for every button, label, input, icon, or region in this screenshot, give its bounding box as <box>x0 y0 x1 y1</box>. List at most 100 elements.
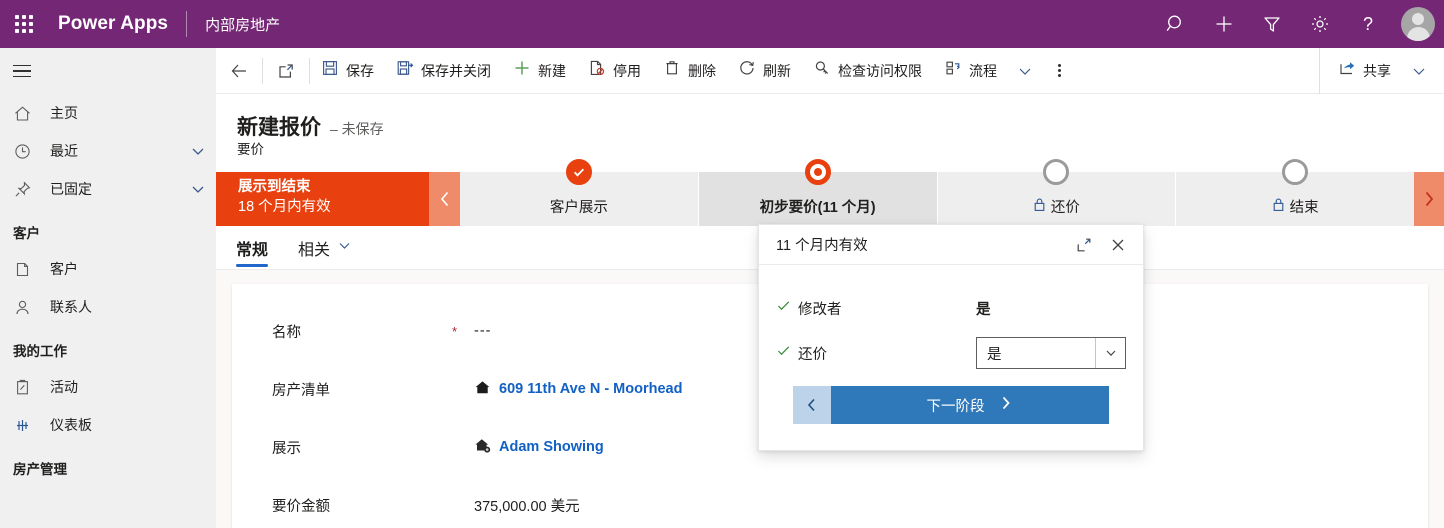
tab-related[interactable]: 相关 <box>298 226 352 270</box>
field-value-name[interactable]: --- <box>474 323 492 339</box>
check-icon <box>776 298 791 318</box>
command-label: 保存并关闭 <box>421 62 491 79</box>
lookup-link[interactable]: Adam Showing <box>499 439 604 455</box>
sidebar-item-label: 活动 <box>50 379 78 395</box>
svg-text:?: ? <box>1363 14 1373 34</box>
form-row-asking-amount: 要价金额 375,000.00 美元 <box>232 476 1428 528</box>
counter-offer-select[interactable]: 是 <box>976 337 1126 369</box>
field-label: 展示 <box>272 440 301 457</box>
top-navigation-bar: Power Apps 内部房地产 ? <box>0 0 1444 48</box>
sidebar-item-label: 客户 <box>50 261 78 277</box>
showing-icon <box>474 437 491 458</box>
plus-icon <box>513 59 531 82</box>
filter-icon[interactable] <box>1248 0 1296 48</box>
command-label: 新建 <box>538 62 566 79</box>
back-button[interactable] <box>216 48 262 94</box>
chevron-down-icon[interactable] <box>190 181 206 197</box>
save-button[interactable]: 保存 <box>310 48 385 94</box>
field-value-showing[interactable]: Adam Showing <box>474 437 604 458</box>
overflow-menu-button[interactable] <box>1042 48 1076 94</box>
help-icon[interactable]: ? <box>1344 0 1392 48</box>
sidebar-item-contacts[interactable]: 联系人 <box>0 288 216 326</box>
top-bar-actions: ? <box>1152 0 1444 48</box>
deactivate-button[interactable]: 停用 <box>577 48 652 94</box>
new-button[interactable]: 新建 <box>502 48 577 94</box>
bpf-stage-customer-showing[interactable]: 客户展示 <box>460 159 699 226</box>
sidebar-group-title: 我的工作 <box>13 344 67 359</box>
next-stage-label: 下一阶段 <box>926 398 985 415</box>
command-label: 停用 <box>613 62 641 79</box>
key-icon <box>813 59 831 82</box>
chevron-down-icon[interactable] <box>190 143 206 159</box>
required-indicator: * <box>452 323 458 339</box>
flyout-body: 修改者 是 还价 是 下一阶段 <box>759 265 1143 424</box>
field-value-asking-amount[interactable]: 375,000.00 美元 <box>474 495 580 516</box>
command-label: 删除 <box>688 62 716 79</box>
gear-icon[interactable] <box>1296 0 1344 48</box>
chevron-down-icon[interactable] <box>337 238 352 258</box>
app-launcher-icon[interactable] <box>0 0 48 48</box>
popout-button[interactable] <box>263 48 309 94</box>
bpf-stage-node-future <box>1043 159 1070 185</box>
tab-label: 常规 <box>236 241 269 259</box>
bpf-stage-node-active <box>804 159 831 185</box>
bpf-header[interactable]: 展示到结束 18 个月内有效 <box>216 172 429 226</box>
brand-title[interactable]: Power Apps <box>58 13 168 35</box>
next-stage-button[interactable]: 下一阶段 <box>831 386 1109 424</box>
tab-general[interactable]: 常规 <box>236 226 269 270</box>
sidebar-item-home[interactable]: 主页 <box>0 94 216 132</box>
flyout-footer: 下一阶段 <box>776 377 1126 424</box>
sidebar-item-pinned[interactable]: 已固定 <box>0 170 216 208</box>
field-value-listing[interactable]: 609 11th Ave N - Moorhead <box>474 379 682 400</box>
flow-button[interactable]: 流程 <box>933 48 1008 94</box>
bpf-next-stages-button[interactable] <box>1414 172 1444 226</box>
delete-button[interactable]: 删除 <box>652 48 727 94</box>
dashboard-icon <box>13 416 35 435</box>
share-button[interactable]: 共享 <box>1320 48 1402 94</box>
command-label: 保存 <box>346 62 374 79</box>
save-close-icon <box>396 59 414 82</box>
contact-icon <box>13 298 35 317</box>
home-icon <box>13 104 35 123</box>
bpf-previous-stages-button[interactable] <box>429 172 460 226</box>
previous-stage-button[interactable] <box>793 386 831 424</box>
close-icon[interactable] <box>1103 230 1133 260</box>
refresh-button[interactable]: 刷新 <box>727 48 802 94</box>
pin-icon <box>13 180 35 199</box>
bpf-stage-initial-asking[interactable]: 初步要价(11 个月) <box>698 159 938 226</box>
header-divider <box>186 11 188 37</box>
lookup-link[interactable]: 609 11th Ave N - Moorhead <box>499 381 682 397</box>
avatar[interactable] <box>1392 0 1444 48</box>
check-access-button[interactable]: 检查访问权限 <box>802 48 933 94</box>
chevron-down-icon[interactable] <box>1008 48 1042 94</box>
hamburger-icon[interactable] <box>0 48 216 94</box>
expand-icon[interactable] <box>1069 230 1099 260</box>
chevron-down-icon[interactable] <box>1095 338 1125 368</box>
search-icon[interactable] <box>1152 0 1200 48</box>
bpf-stage-counter-offer[interactable]: 还价 <box>937 159 1177 226</box>
deactivate-icon <box>588 59 606 82</box>
plus-icon[interactable] <box>1200 0 1248 48</box>
sidebar-item-recent[interactable]: 最近 <box>0 132 216 170</box>
sidebar-item-activities[interactable]: 活动 <box>0 368 216 406</box>
flyout-row-counter-offer: 还价 是 <box>776 329 1126 377</box>
sidebar-item-label: 最近 <box>50 143 78 159</box>
sidebar-group-title: 客户 <box>13 226 40 241</box>
bpf-stage-close[interactable]: 结束 <box>1176 159 1414 226</box>
sidebar-item-dashboards[interactable]: 仪表板 <box>0 406 216 444</box>
sidebar-item-label: 已固定 <box>50 181 92 197</box>
lock-icon <box>1033 197 1046 216</box>
bpf-process-duration: 18 个月内有效 <box>238 199 331 215</box>
flyout-field-label: 还价 <box>776 343 976 364</box>
save-and-close-button[interactable]: 保存并关闭 <box>385 48 502 94</box>
trash-icon <box>663 59 681 82</box>
command-bar-right: 共享 <box>1319 47 1444 94</box>
app-root: Power Apps 内部房地产 ? 主页 最近 已固定 客户 客户 联系人 我… <box>0 0 1444 528</box>
account-icon <box>13 260 35 279</box>
chevron-down-icon[interactable] <box>1402 48 1436 94</box>
sidebar-item-accounts[interactable]: 客户 <box>0 250 216 288</box>
house-icon <box>474 379 491 400</box>
bpf-stage-label: 结束 <box>1272 196 1319 226</box>
bpf-stages: 客户展示 初步要价(11 个月) 还价 结束 <box>460 159 1414 226</box>
app-name[interactable]: 内部房地产 <box>205 14 280 35</box>
